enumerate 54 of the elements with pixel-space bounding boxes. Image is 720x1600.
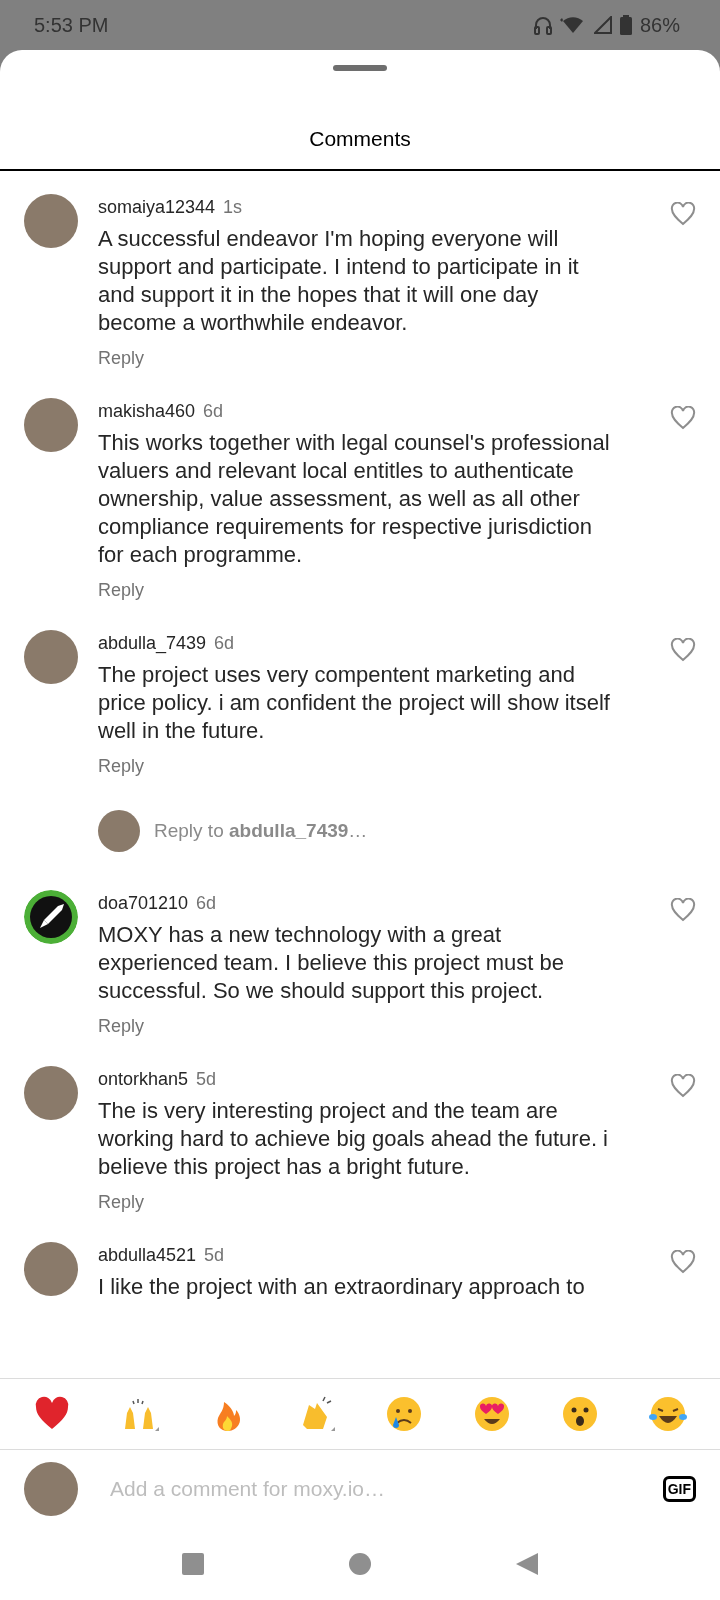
avatar-placeholder (98, 810, 140, 852)
avatar-placeholder (24, 398, 78, 452)
avatar-placeholder (24, 1462, 78, 1516)
gif-button[interactable]: GIF (662, 1476, 696, 1502)
wifi-icon (559, 16, 586, 34)
comment-text: A successful endeavor I'm hoping everyone will support and participate. I intend to participate in it and support it in the hopes that it will one day become a worthwhile endeavor. (98, 225, 580, 337)
heart-outline-icon[interactable] (670, 202, 696, 226)
back-icon[interactable] (515, 1553, 538, 1575)
avatar-placeholder (24, 630, 78, 684)
sheet-title: Comments (309, 127, 411, 150)
reply-link[interactable]: Reply (98, 577, 145, 604)
laughing-face-icon[interactable] (649, 1395, 687, 1433)
reply-link[interactable]: Reply (98, 753, 145, 780)
drag-handle[interactable] (333, 65, 387, 71)
comment-age: 5d (196, 1069, 217, 1089)
comment-age: 6d (203, 401, 224, 421)
battery-percent: 86% (639, 13, 680, 38)
avatar-placeholder (24, 1066, 78, 1120)
reply-link[interactable]: Reply (98, 1189, 145, 1216)
heart-outline-icon[interactable] (670, 1074, 696, 1098)
avatar-placeholder (24, 1242, 78, 1296)
username[interactable]: makisha460 (98, 401, 196, 421)
reply-link[interactable]: Reply (98, 1013, 145, 1040)
heart-outline-icon[interactable] (670, 898, 696, 922)
comment-text: The project uses very compentent marketing and price policy. i am confident the project will show itself well in the future. (98, 661, 610, 745)
surprised-face-icon[interactable] (561, 1395, 599, 1433)
comment-input[interactable]: Add a comment for moxy.io… (108, 1472, 663, 1506)
username[interactable]: ontorkhan5 (98, 1069, 189, 1089)
heart-outline-icon[interactable] (670, 406, 696, 430)
heart-outline-icon[interactable] (670, 638, 696, 662)
reply-prompt[interactable]: Reply to abdulla_7439… (154, 816, 368, 846)
avatar-placeholder (24, 194, 78, 248)
comment-age: 1s (223, 197, 243, 217)
comment-age: 5d (204, 1245, 225, 1265)
comment-text: MOXY has a new technology with a great experienced team. I believe this project must be successful. So we should support this project. (98, 921, 565, 1005)
comment-text: This works together with legal counsel's professional valuers and relevant local entitles to authenticate ownership, value assessment, as well as all other compliance requirements for respective jurisdiction for each programme. (98, 429, 610, 569)
comment-text: The is very interesting project and the team are working hard to achieve big goals ahead the future. i believe this project has a bright future. (98, 1097, 609, 1181)
signal-icon (593, 16, 612, 34)
comment-age: 6d (196, 893, 217, 913)
comment-age: 6d (214, 633, 235, 653)
heart-eyes-face-icon[interactable] (473, 1395, 511, 1433)
crying-face-icon[interactable] (385, 1395, 423, 1433)
battery-icon (619, 15, 632, 35)
username[interactable]: abdulla_7439 (98, 633, 207, 653)
username[interactable]: abdulla4521 (98, 1245, 197, 1265)
username[interactable]: doa701210 (98, 893, 189, 913)
status-time: 5:53 PM (34, 13, 109, 38)
recents-icon[interactable] (182, 1553, 205, 1575)
comment-text: I like the project with an extraordinary approach to (98, 1273, 586, 1301)
heart-outline-icon[interactable] (670, 1250, 696, 1274)
headphones-icon (533, 15, 552, 35)
username[interactable]: somaiya12344 (98, 197, 216, 217)
home-icon[interactable] (349, 1553, 371, 1575)
reply-link[interactable]: Reply (98, 345, 145, 372)
